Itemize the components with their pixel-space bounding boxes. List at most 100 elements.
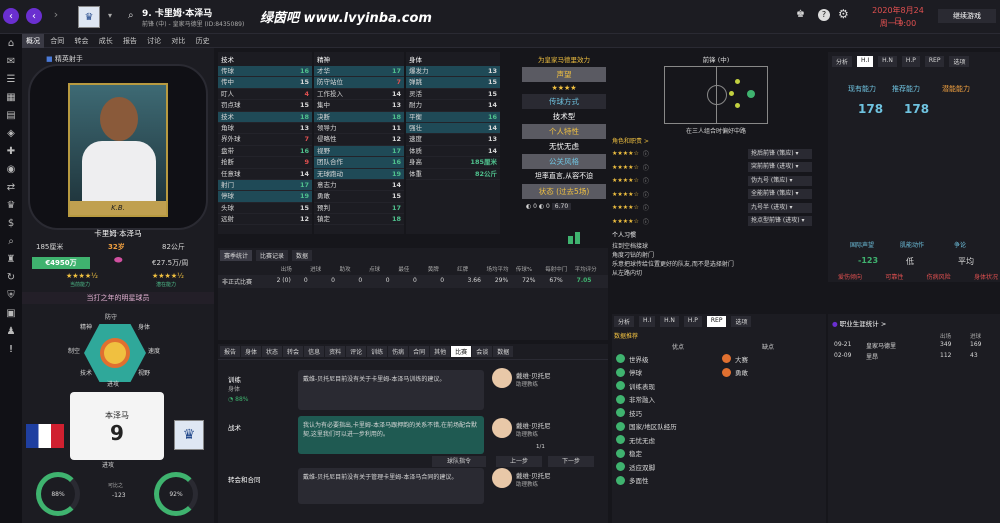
report-tab[interactable]: 状态 xyxy=(262,346,283,357)
scouting-icon[interactable]: ◉ xyxy=(0,160,22,178)
gear-icon[interactable]: ⚙ xyxy=(838,7,849,21)
tab-reports[interactable]: 报告 xyxy=(119,34,141,48)
role-select[interactable]: 伪九号 (策应) ▾ xyxy=(748,175,812,186)
tab-discuss[interactable]: 讨论 xyxy=(143,34,165,48)
mental-attr-value: 17 xyxy=(391,67,401,75)
role-row[interactable]: ★★★★☆ ⓘ 抢后前锋 (策应) ▾ xyxy=(612,147,812,161)
ability-tab[interactable]: 分析 xyxy=(832,56,853,67)
coach-report: 报告 身体 状态 转会 信息 资料 评论 训练 伤病 合同 其他 比赛 会谈 数据 训练 身体 ◔ 88%… xyxy=(218,344,608,523)
role-row[interactable]: ★★★★☆ ⓘ 九号半 (进攻) ▾ xyxy=(612,201,812,215)
tab-development[interactable]: 成长 xyxy=(95,34,117,48)
help-icon[interactable]: ? xyxy=(818,9,830,21)
role-select[interactable]: 九号半 (进攻) ▾ xyxy=(748,202,812,213)
traits-tab[interactable]: REP xyxy=(706,316,727,327)
inbox-icon[interactable]: ✉ xyxy=(0,52,22,70)
training-icon[interactable]: ◈ xyxy=(0,124,22,142)
report-tab[interactable]: 伤病 xyxy=(388,346,409,357)
tab-transfer[interactable]: 转会 xyxy=(70,34,92,48)
continue-button[interactable]: 继续游戏 xyxy=(938,9,996,23)
back-button-icon[interactable]: ‹ xyxy=(26,8,42,24)
search-icon[interactable]: ⌕ xyxy=(128,10,134,21)
role-select[interactable]: 突前前锋 (进攻) ▾ xyxy=(748,162,812,173)
career-row[interactable]: 02-09 里昂 112 43 xyxy=(828,351,1000,362)
ability-tab[interactable]: 选项 xyxy=(949,56,970,67)
back-icon[interactable]: ‹ xyxy=(3,8,19,24)
traits-tab[interactable]: 分析 xyxy=(614,316,635,327)
info-icon[interactable]: ⓘ xyxy=(643,176,649,185)
ability-tab[interactable]: H.P xyxy=(901,56,920,67)
tab-history[interactable]: 历史 xyxy=(192,34,214,48)
traits-tab[interactable]: H.I xyxy=(639,316,656,327)
search-nav-icon[interactable]: ⌕ xyxy=(0,232,22,250)
mental-attr-value: 11 xyxy=(391,123,401,132)
chevron-down-icon[interactable]: ▾ xyxy=(108,11,112,20)
traits-tab[interactable]: H.N xyxy=(660,316,679,327)
stats-tab[interactable]: 比赛记录 xyxy=(256,250,289,261)
report-tab[interactable]: 信息 xyxy=(304,346,325,357)
report-tab[interactable]: 合同 xyxy=(409,346,430,357)
stats-tab[interactable]: 赛季统计 xyxy=(220,250,253,261)
medical-icon[interactable]: ✚ xyxy=(0,142,22,160)
ability-tab[interactable]: REP xyxy=(924,56,945,67)
next-button[interactable]: 下一步 xyxy=(548,456,594,467)
data-icon[interactable]: ▤ xyxy=(0,106,22,124)
report-tab[interactable]: 评论 xyxy=(346,346,367,357)
tech-attr-label: 角球 xyxy=(221,123,234,132)
report-tab[interactable]: 数据 xyxy=(493,346,514,357)
role-select[interactable]: 全能前锋 (策应) ▾ xyxy=(748,189,812,200)
alert-icon[interactable]: ! xyxy=(0,340,22,358)
mental-attr: 决断 18 xyxy=(314,111,404,123)
roles-title[interactable]: 角色和职责 > xyxy=(612,136,812,145)
report-tab[interactable]: 比赛 xyxy=(451,346,472,357)
role-row[interactable]: ★★★★☆ ⓘ 全能前锋 (策应) ▾ xyxy=(612,188,812,202)
finance-icon[interactable]: $ xyxy=(0,214,22,232)
stats-tab[interactable]: 数据 xyxy=(292,250,313,261)
ability-tab[interactable]: H.N xyxy=(878,56,897,67)
transfers-icon[interactable]: ⇄ xyxy=(0,178,22,196)
trait-good: 国家/地区队经历 xyxy=(616,420,716,434)
trait-bad: 大赛 xyxy=(722,352,822,366)
role-row[interactable]: ★★★★☆ ⓘ 突前前锋 (进攻) ▾ xyxy=(612,161,812,175)
report-tab[interactable]: 身体 xyxy=(241,346,262,357)
ability-tab[interactable]: H.I xyxy=(857,56,874,67)
report-tab[interactable]: 资料 xyxy=(325,346,346,357)
tab-compare[interactable]: 对比 xyxy=(167,34,189,48)
tech-attr-value: 7 xyxy=(304,135,309,144)
career-row[interactable]: 09-21 皇家马德里 349 169 xyxy=(828,340,1000,351)
trait-good: 非常融入 xyxy=(616,393,716,407)
traits-tab[interactable]: 选项 xyxy=(731,316,752,327)
trophy-nav-icon[interactable]: ♛ xyxy=(0,196,22,214)
position-note: 在三人组合时偏好中路 xyxy=(685,128,746,135)
home-icon[interactable]: ⌂ xyxy=(0,34,22,52)
player-name: 卡里姆·本泽马 xyxy=(94,229,142,238)
staff-icon[interactable]: ♟ xyxy=(0,322,22,340)
report-tab[interactable]: 转会 xyxy=(283,346,304,357)
tab-contract[interactable]: 合同 xyxy=(46,34,68,48)
info-icon[interactable]: ⓘ xyxy=(643,163,649,172)
club-crest-icon[interactable]: ♛ xyxy=(78,6,100,28)
report-tab[interactable]: 其他 xyxy=(430,346,451,357)
report-tab[interactable]: 会谈 xyxy=(472,346,493,357)
forward-icon[interactable]: › xyxy=(48,8,64,24)
tab-overview[interactable]: 概况 xyxy=(22,34,44,48)
role-select[interactable]: 抢后前锋 (策应) ▾ xyxy=(748,148,812,159)
trophy-icon[interactable]: ♚ xyxy=(796,9,805,20)
info-icon[interactable]: ⓘ xyxy=(643,203,649,212)
refresh-icon[interactable]: ↻ xyxy=(0,268,22,286)
value-badge[interactable]: €4950万 xyxy=(32,257,90,269)
info-icon[interactable]: ⓘ xyxy=(643,190,649,199)
report-tab[interactable]: 训练 xyxy=(367,346,388,357)
shield-icon[interactable]: ⛨ xyxy=(0,286,22,304)
squad-icon[interactable]: ☰ xyxy=(0,70,22,88)
info-icon[interactable]: ⓘ xyxy=(643,149,649,158)
report-tab[interactable]: 报告 xyxy=(220,346,241,357)
club-icon[interactable]: ♜ xyxy=(0,250,22,268)
tech-attr-value: 15 xyxy=(299,101,309,110)
team-instructions-button[interactable]: 球队指令 xyxy=(432,456,486,467)
calendar-icon[interactable]: ▣ xyxy=(0,304,22,322)
prev-button[interactable]: 上一步 xyxy=(496,456,542,467)
tactics-icon[interactable]: ▦ xyxy=(0,88,22,106)
training-pct: ◔ 88% xyxy=(228,396,249,403)
role-row[interactable]: ★★★★☆ ⓘ 伪九号 (策应) ▾ xyxy=(612,174,812,188)
traits-tab[interactable]: H.P xyxy=(683,316,702,327)
